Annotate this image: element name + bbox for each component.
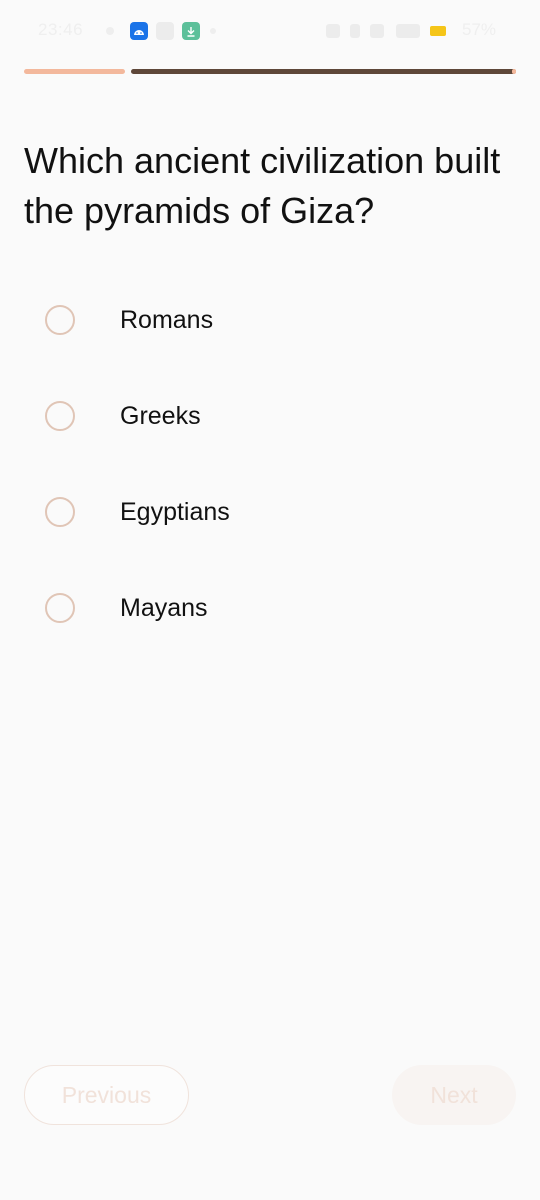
progress-remaining-segment [131, 69, 516, 74]
vibrate-icon [350, 24, 360, 38]
battery-percent: 57% [462, 20, 497, 39]
option-label: Mayans [120, 594, 208, 622]
status-time: 23:46 [38, 20, 84, 39]
radio-button[interactable] [45, 593, 75, 623]
answer-options: Romans Greeks Egyptians Mayans [0, 272, 540, 656]
option-greeks[interactable]: Greeks [0, 368, 540, 464]
wifi-icon [370, 24, 384, 38]
battery-icon [430, 26, 446, 36]
progress-end-marker [512, 69, 516, 74]
next-button[interactable]: Next [392, 1065, 516, 1125]
option-romans[interactable]: Romans [0, 272, 540, 368]
download-icon [182, 22, 200, 40]
radio-button[interactable] [45, 497, 75, 527]
previous-button[interactable]: Previous [24, 1065, 189, 1125]
android-icon [130, 22, 148, 40]
option-label: Romans [120, 306, 214, 334]
radio-button[interactable] [45, 305, 75, 335]
radio-button[interactable] [45, 401, 75, 431]
quiz-screen: 23:46 57% Which ancient civilization bui… [0, 0, 540, 1200]
notification-dot-icon [106, 27, 114, 35]
status-bar: 23:46 57% [0, 0, 540, 60]
signal-icon [396, 24, 420, 38]
option-egyptians[interactable]: Egyptians [0, 464, 540, 560]
alarm-icon [326, 24, 340, 38]
option-label: Greeks [120, 402, 201, 430]
question-text: Which ancient civilization built the pyr… [24, 140, 501, 231]
progress-completed-segment [24, 69, 125, 74]
quiz-progress-bar [24, 69, 516, 75]
gallery-icon [156, 22, 174, 40]
more-notifications-icon [210, 28, 216, 34]
option-mayans[interactable]: Mayans [0, 560, 540, 656]
option-label: Egyptians [120, 498, 230, 526]
